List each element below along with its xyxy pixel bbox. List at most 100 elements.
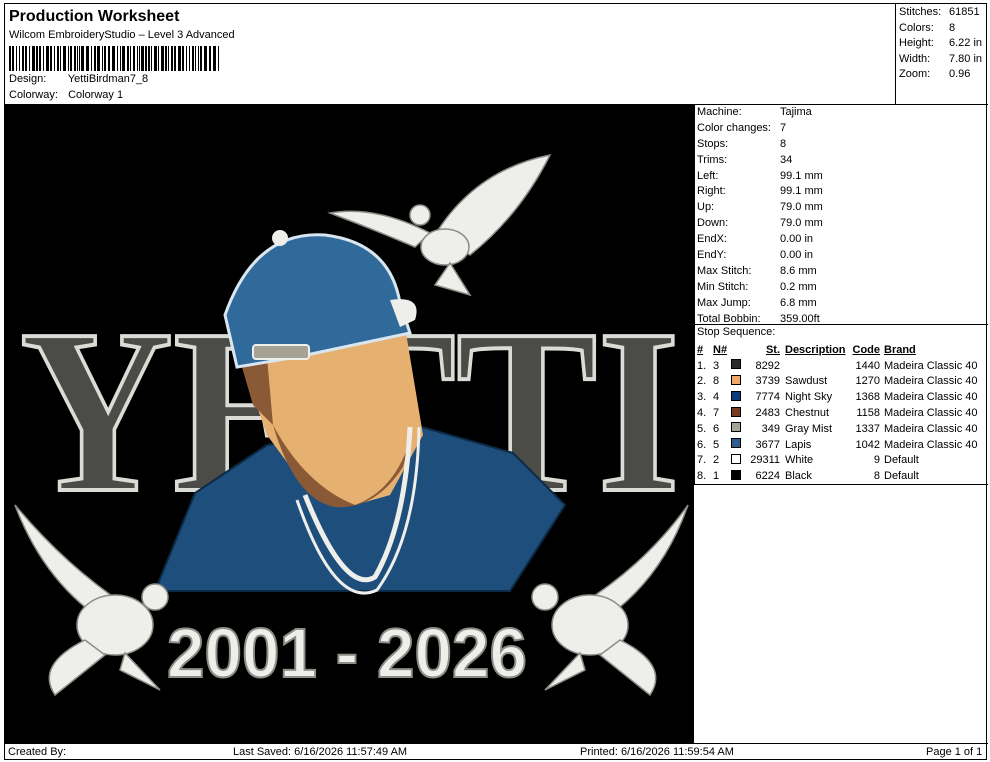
- machine-row: Color changes: 7: [697, 122, 988, 138]
- thread-brand: Madeira Classic 40: [884, 391, 978, 404]
- info-label: Total Bobbin:: [697, 312, 761, 325]
- thread-color-swatch: [731, 359, 741, 370]
- colorway-label: Colorway:: [9, 89, 58, 101]
- machine-row: Up: 79.0 mm: [697, 201, 988, 217]
- summary-label: Zoom:: [899, 68, 931, 81]
- stitch-count: 7774: [755, 391, 780, 404]
- thread-color-swatch: [731, 438, 741, 449]
- thread-brand: Madeira Classic 40: [884, 359, 978, 372]
- barcode-bar: [50, 46, 52, 71]
- barcode-bar: [218, 46, 219, 71]
- info-value: 0.00 in: [780, 249, 814, 262]
- barcode-bar: [127, 46, 129, 71]
- software-name: Wilcom EmbroideryStudio – Level 3 Advanc…: [9, 29, 235, 41]
- machine-row: Min Stitch: 0.2 mm: [697, 281, 988, 297]
- stop-table-body: 1. 3 8292 1440 Madeira Classic 40 2. 8 3739 Sawd…: [697, 358, 988, 484]
- production-worksheet: Production Worksheet Wilcom EmbroiderySt…: [4, 3, 988, 760]
- barcode-bar: [192, 46, 194, 71]
- barcode-bar: [165, 46, 167, 71]
- info-value: 99.1 mm: [780, 169, 823, 182]
- colorway-value: Colorway 1: [68, 89, 124, 101]
- barcode-bar: [168, 46, 169, 71]
- needle-number: 3: [713, 359, 720, 372]
- summary-row: Colors: 8: [899, 22, 988, 38]
- barcode-bar: [12, 46, 14, 71]
- info-label: Stops:: [697, 137, 729, 150]
- stop-number: 6.: [697, 438, 707, 451]
- printed-date: Printed: 6/16/2026 11:59:54 AM: [580, 746, 734, 758]
- info-value: 359.00ft: [780, 312, 820, 325]
- barcode-bar: [22, 46, 24, 71]
- thread-code: 1368: [855, 391, 880, 404]
- barcode-bar: [204, 46, 207, 71]
- info-value: 34: [780, 153, 793, 166]
- barcode-bar: [174, 46, 176, 71]
- barcode-bar: [19, 46, 20, 71]
- barcode-bar: [25, 46, 27, 71]
- barcode-bar: [112, 46, 115, 71]
- summary-label: Width:: [899, 52, 931, 65]
- summary-label: Colors:: [899, 21, 934, 34]
- summary-label: Height:: [899, 37, 934, 50]
- barcode-bar: [60, 46, 61, 71]
- info-panel: Machine: Tajima Color changes: 7 Stops: 8 T…: [694, 104, 988, 485]
- stitch-count: 8292: [755, 359, 780, 372]
- barcode-bar: [9, 46, 11, 71]
- barcode-bar: [39, 46, 41, 71]
- stop-row: 1. 3 8292 1440 Madeira Classic 40: [697, 358, 988, 374]
- thread-color-swatch: [731, 390, 741, 401]
- stitch-count: 3677: [755, 438, 780, 451]
- machine-row: Right: 99.1 mm: [697, 185, 988, 201]
- design-summary: Stitches: 61851 Colors: 8 Height: 6.22 in W…: [896, 4, 988, 104]
- barcode-bar: [171, 46, 173, 71]
- thread-color-swatch: [731, 406, 741, 417]
- barcode-bar: [97, 46, 100, 71]
- cap-button: [272, 230, 288, 246]
- barcode-bar: [178, 46, 181, 71]
- barcode-bar: [94, 46, 96, 71]
- info-value: 8.6 mm: [780, 264, 817, 277]
- info-label: EndY:: [697, 249, 727, 262]
- barcode-bar: [158, 46, 159, 71]
- stitch-count: 2483: [755, 407, 780, 420]
- summary-value: 7.80 in: [949, 52, 983, 65]
- thread-brand: Madeira Classic 40: [884, 407, 978, 420]
- thread-brand: Madeira Classic 40: [884, 422, 978, 435]
- color-swatch: [731, 374, 745, 388]
- thread-description: Night Sky: [785, 391, 833, 404]
- design-label: Design:: [9, 73, 47, 85]
- barcode-bar: [16, 46, 17, 71]
- barcode-bar: [133, 46, 135, 71]
- stop-row: 8. 1 6224 Black 8 Default: [697, 468, 988, 484]
- stop-number: 5.: [697, 422, 707, 435]
- stop-number: 2.: [697, 375, 707, 388]
- info-label: EndX:: [697, 233, 727, 246]
- thread-description: Gray Mist: [785, 422, 833, 435]
- barcode-bar: [120, 46, 121, 71]
- barcode-bar: [137, 46, 138, 71]
- barcode-bar: [102, 46, 103, 71]
- barcode-bar: [189, 46, 190, 71]
- machine-info: Machine: Tajima Color changes: 7 Stops: 8 T…: [695, 105, 988, 325]
- barcode-bar: [161, 46, 164, 71]
- thread-color-swatch: [731, 422, 741, 433]
- barcode-bar: [200, 46, 202, 71]
- barcode-bar: [122, 46, 125, 71]
- barcode-bar: [79, 46, 80, 71]
- info-value: 0.2 mm: [780, 280, 817, 293]
- machine-row: Machine: Tajima: [697, 106, 988, 122]
- info-value: 79.0 mm: [780, 201, 823, 214]
- barcode-bar: [145, 46, 147, 71]
- stop-number: 8.: [697, 470, 707, 483]
- barcode-bar: [209, 46, 211, 71]
- thread-color-swatch: [731, 469, 741, 480]
- barcode-bar: [141, 46, 144, 71]
- col-brand-header: Brand: [884, 343, 916, 356]
- stop-row: 5. 6 349 Gray Mist 1337 Madeira Classic 40: [697, 421, 988, 437]
- barcode-bar: [68, 46, 69, 71]
- thread-code: 1337: [855, 422, 880, 435]
- info-value: 7: [780, 121, 787, 134]
- thread-code: 1042: [855, 438, 880, 451]
- summary-value: 6.22 in: [949, 37, 983, 50]
- stop-row: 6. 5 3677 Lapis 1042 Madeira Classic 40: [697, 437, 988, 453]
